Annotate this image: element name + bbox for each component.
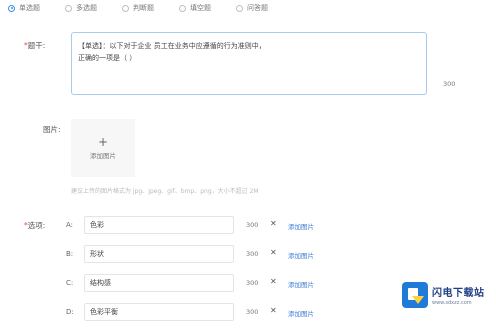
radio-icon[interactable]: [236, 4, 243, 12]
question-type-judgment[interactable]: 判断题: [122, 3, 154, 13]
image-label: 图片:: [43, 125, 61, 134]
stem-label: *题干:: [24, 40, 45, 51]
question-type-essay[interactable]: 问答题: [236, 3, 268, 13]
radio-selected-icon[interactable]: [8, 4, 15, 12]
delete-option-icon[interactable]: ✕: [270, 219, 277, 228]
stem-textarea[interactable]: 【单选】：以下对于企业 员工在业务中应遵循的行为准则中， 正确的一项是（ ）: [71, 32, 427, 95]
option-row-c: C: 结构感: [66, 274, 234, 292]
plus-icon: +: [97, 134, 109, 149]
delete-option-icon[interactable]: ✕: [270, 306, 277, 315]
radio-icon[interactable]: [122, 4, 129, 12]
option-input-d[interactable]: 色彩平衡: [84, 303, 234, 321]
stem-label-text: 题干:: [27, 41, 46, 50]
option-input-c[interactable]: 结构感: [84, 274, 234, 292]
delete-option-icon[interactable]: ✕: [270, 248, 277, 257]
option-add-image-link[interactable]: 添加图片: [288, 308, 314, 318]
option-add-image-link[interactable]: 添加图片: [288, 279, 314, 289]
option-input-b[interactable]: 形状: [84, 245, 234, 263]
radio-icon[interactable]: [179, 4, 186, 12]
option-letter: D:: [66, 308, 74, 316]
site-watermark: 闪电下载站 www.sdxzz.com: [402, 282, 485, 308]
question-type-single[interactable]: 单选题: [8, 3, 40, 13]
option-add-image-link[interactable]: 添加图片: [288, 250, 314, 260]
question-type-selector: 单选题 多选题 判断题 填空题 问答题: [8, 2, 293, 14]
stem-char-limit: 300: [443, 80, 456, 88]
watermark-url: www.sdxzz.com: [432, 300, 472, 306]
question-type-label: 问答题: [247, 4, 268, 12]
stem-text: 【单选】：以下对于企业 员工在业务中应遵循的行为准则中， 正确的一项是（ ）: [78, 42, 266, 62]
delete-option-icon[interactable]: ✕: [270, 277, 277, 286]
add-image-button[interactable]: + 添加图片: [71, 119, 135, 177]
question-type-multiple[interactable]: 多选题: [65, 3, 97, 13]
watermark-title: 闪电下载站: [432, 288, 485, 299]
option-row-a: A: 色彩: [66, 216, 234, 234]
option-add-image-link[interactable]: 添加图片: [288, 221, 314, 231]
option-row-b: B: 形状: [66, 245, 234, 263]
download-site-logo-icon: [402, 282, 428, 308]
options-label: *选项:: [24, 220, 45, 231]
question-type-fill-blank[interactable]: 填空题: [179, 3, 211, 13]
option-text: 结构感: [90, 279, 111, 287]
option-row-d: D: 色彩平衡: [66, 303, 234, 321]
option-input-a[interactable]: 色彩: [84, 216, 234, 234]
option-text: 色彩平衡: [90, 308, 118, 316]
question-type-label: 多选题: [76, 4, 97, 12]
option-text: 色彩: [90, 221, 104, 229]
option-letter: B:: [66, 250, 74, 258]
question-type-label: 单选题: [19, 4, 40, 12]
question-type-label: 判断题: [133, 4, 154, 12]
watermark-text: 闪电下载站 www.sdxzz.com: [432, 284, 485, 306]
option-char-limit: 300: [246, 250, 259, 258]
option-letter: A:: [66, 221, 74, 229]
options-label-text: 选项:: [27, 221, 46, 230]
option-char-limit: 300: [246, 221, 259, 229]
add-image-label: 添加图片: [90, 151, 116, 160]
question-type-label: 填空题: [190, 4, 211, 12]
option-text: 形状: [90, 250, 104, 258]
image-upload-tip: 建议上传的图片格式为 jpg、jpeg、gif、bmp、png，大小不超过 2M: [71, 188, 259, 195]
option-letter: C:: [66, 279, 74, 287]
radio-icon[interactable]: [65, 4, 72, 12]
option-char-limit: 300: [246, 279, 259, 287]
option-char-limit: 300: [246, 308, 259, 316]
